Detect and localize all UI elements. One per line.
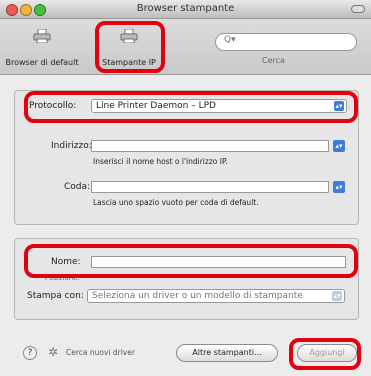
default-browser-button[interactable]: Browser di default: [0, 21, 84, 69]
highlight-protocol: [24, 91, 358, 123]
highlight-ip-printer: [95, 21, 165, 73]
search-field[interactable]: Q▾: [215, 33, 357, 51]
highlight-add-button: [289, 338, 361, 370]
window-title: Browser stampante: [136, 3, 235, 14]
printer-icon: [33, 29, 51, 43]
print-with-popup[interactable]: Seleziona un driver o un modello di stam…: [87, 289, 345, 303]
queue-hint: Lascia uno spazio vuoto per coda di defa…: [93, 198, 259, 207]
queue-label: Coda:: [64, 182, 91, 192]
search-icon: Q▾: [224, 35, 236, 45]
address-history-popup[interactable]: ▴▾: [333, 140, 345, 152]
title-bar: Browser stampante: [0, 0, 371, 19]
status-text: Cerca nuovi driver: [66, 348, 135, 357]
address-hint: Inserisci il nome host o l'indirizzo IP.: [93, 157, 228, 166]
print-with-label: Stampa con:: [27, 291, 84, 301]
default-browser-label: Browser di default: [5, 58, 79, 67]
popup-arrows-icon: ▴▾: [332, 291, 342, 301]
queue-field[interactable]: [91, 181, 329, 193]
more-printers-button[interactable]: Altre stampanti...: [176, 344, 278, 362]
search-label: Cerca: [262, 56, 285, 65]
toolbar-toggle-button[interactable]: [351, 5, 365, 13]
toolbar: Browser di default Stampante IP Q▾ Cerca: [0, 19, 371, 75]
print-with-value: Seleziona un driver o un modello di stam…: [92, 291, 303, 301]
queue-history-popup[interactable]: ▴▾: [333, 181, 345, 193]
address-field[interactable]: [91, 140, 329, 152]
help-button[interactable]: ?: [23, 346, 37, 360]
highlight-name: [24, 244, 358, 278]
address-label: Indirizzo:: [51, 141, 92, 151]
printer-browser-window: Browser stampante Browser di default Sta…: [0, 0, 371, 376]
progress-spinner-icon: ✲: [48, 345, 59, 359]
